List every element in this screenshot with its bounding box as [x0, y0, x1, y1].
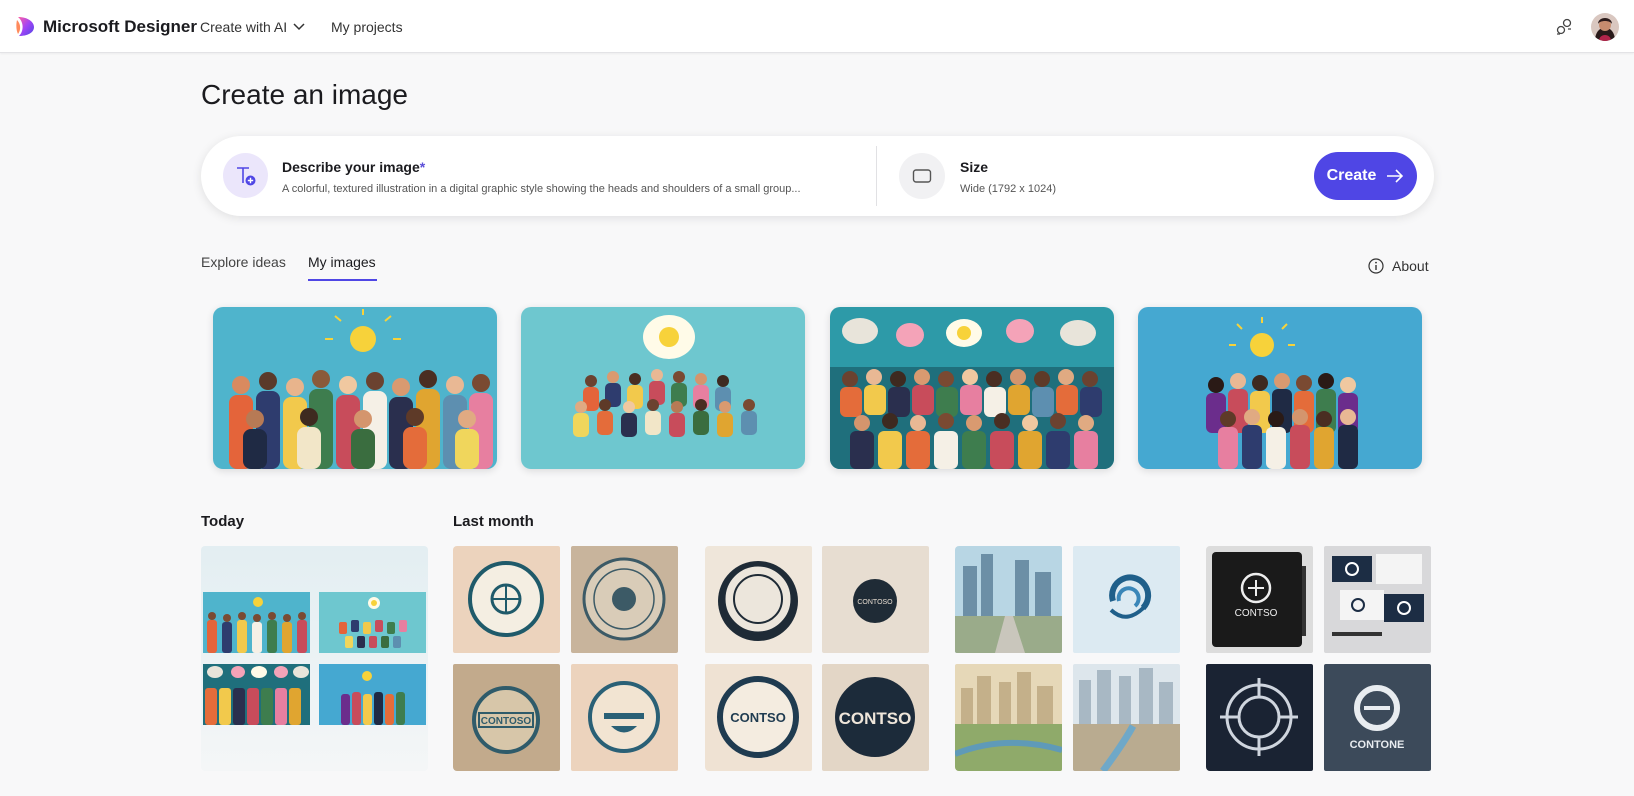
image-group-city[interactable]: [955, 546, 1182, 771]
aspect-ratio-icon[interactable]: [899, 153, 945, 199]
today-thumb-1: [203, 592, 310, 653]
chevron-down-icon: [293, 23, 305, 31]
contoso-badge-text: CONTOSO: [481, 716, 532, 727]
section-last-month: Last month: [453, 513, 534, 530]
logo-thumb-3: [1206, 664, 1313, 771]
swirl-logo-thumb: [1073, 546, 1180, 653]
contone-logo-text: CONTONE: [1350, 739, 1405, 751]
create-button-label: Create: [1326, 167, 1377, 184]
city-thumb-1: [955, 546, 1062, 653]
contoso-badge-text-2: CONTSO: [730, 710, 786, 725]
contoso-badge-text-3: CONTSO: [839, 709, 912, 728]
city-thumb-2: [955, 664, 1062, 771]
size-value[interactable]: Wide (1792 x 1024): [960, 183, 1056, 195]
badge-thumb-6: CONTOSO: [822, 546, 929, 653]
create-with-ai-menu[interactable]: Create with AI: [200, 19, 305, 35]
generated-image-2[interactable]: [521, 307, 805, 469]
about-button[interactable]: About: [1368, 258, 1429, 274]
text-prompt-icon: [223, 153, 268, 198]
badge-thumb-2: [571, 546, 678, 653]
size-label[interactable]: Size: [960, 159, 988, 175]
designer-logo-icon[interactable]: [16, 16, 35, 37]
tab-my-images[interactable]: My images: [308, 254, 376, 270]
page-title: Create an image: [201, 79, 409, 110]
prompt-bar: Describe your image* A colorful, texture…: [201, 136, 1434, 216]
tab-explore-ideas[interactable]: Explore ideas: [201, 254, 286, 270]
generated-image-4[interactable]: [1138, 307, 1422, 469]
contoso-badge-small-text: CONTOSO: [857, 599, 893, 606]
image-group-badges-2[interactable]: CONTOSO CONTSO CONTSO: [705, 546, 931, 771]
required-mark: *: [419, 159, 426, 175]
contso-logo-text: CONTSO: [1235, 608, 1278, 619]
prompt-input[interactable]: A colorful, textured illustration in a d…: [282, 183, 852, 195]
arrow-right-icon: [1387, 169, 1404, 183]
image-group-today[interactable]: [201, 546, 428, 771]
badge-thumb-1: [453, 546, 560, 653]
top-bar: Microsoft Designer Create with AI My pro…: [0, 0, 1634, 53]
info-icon: [1368, 258, 1384, 274]
active-tab-indicator: [308, 279, 377, 281]
section-today: Today: [201, 513, 245, 530]
image-group-logos[interactable]: CONTSO CONTONE: [1206, 546, 1433, 771]
about-label: About: [1392, 258, 1429, 274]
generated-image-1[interactable]: [213, 307, 497, 469]
divider: [876, 146, 877, 206]
describe-label-text: Describe your image: [282, 159, 420, 175]
image-group-badges-1[interactable]: CONTOSO: [453, 546, 681, 771]
generated-image-3[interactable]: [830, 307, 1114, 469]
today-thumb-3: [203, 664, 310, 725]
describe-label: Describe your image*: [282, 159, 425, 175]
share-icon[interactable]: [1554, 17, 1574, 37]
logo-thumb-4: CONTONE: [1324, 664, 1431, 771]
avatar[interactable]: [1591, 13, 1619, 41]
badge-thumb-8: CONTSO: [822, 664, 929, 771]
badge-thumb-7: CONTSO: [705, 664, 812, 771]
badge-thumb-3: CONTOSO: [453, 664, 560, 771]
my-projects-link[interactable]: My projects: [331, 19, 403, 35]
badge-thumb-4: [571, 664, 678, 771]
logo-thumb-1: CONTSO: [1206, 546, 1313, 653]
today-thumb-2: [319, 592, 426, 653]
city-thumb-3: [1073, 664, 1180, 771]
create-button[interactable]: Create: [1314, 152, 1417, 200]
brand-name[interactable]: Microsoft Designer: [43, 17, 197, 37]
today-thumb-4: [319, 664, 426, 725]
logo-thumb-2: [1324, 546, 1431, 653]
create-with-ai-label: Create with AI: [200, 19, 288, 35]
badge-thumb-5: [705, 546, 812, 653]
